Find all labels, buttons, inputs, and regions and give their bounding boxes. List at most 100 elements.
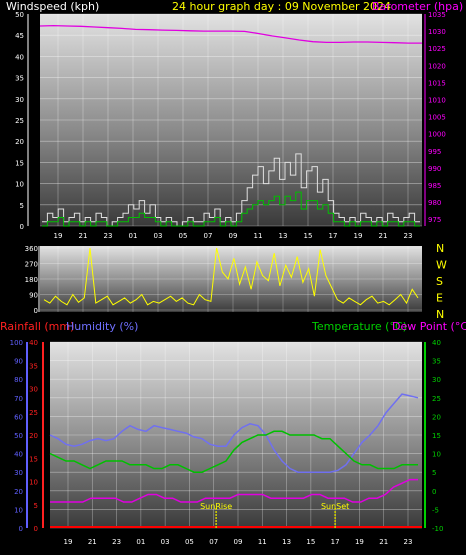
temperature-tick-label: -10 [432, 525, 443, 533]
temperature-tick-label: 35 [432, 358, 441, 366]
barometer-tick-label: 975 [428, 216, 441, 224]
temp-time-tick-label: 11 [258, 538, 267, 546]
wind-tick-label: 0 [20, 223, 24, 231]
humidity-tick-label: 100 [10, 339, 23, 347]
barometer-tick-label: 1005 [428, 114, 446, 122]
direction-tick-label: 360 [25, 245, 38, 253]
direction-tick-label: 180 [25, 276, 38, 284]
compass-label: S [436, 275, 443, 288]
temp-time-axis: 19 21 23 01 03 05 07 09 11 13 15 17 19 21 23 [64, 538, 413, 546]
humidity-tick-label: 70 [14, 395, 23, 403]
sun-marker-label: SunSet [321, 502, 349, 511]
humidity-tick-label: 30 [14, 469, 23, 477]
temp-time-tick-label: 23 [404, 538, 413, 546]
humidity-axis-title: Humidity (%) [66, 320, 138, 333]
wind-time-tick-label: 17 [329, 232, 338, 240]
wind-time-tick-label: 21 [79, 232, 88, 240]
wind-time-tick-label: 01 [129, 232, 138, 240]
humidity-tick-label: 20 [14, 488, 23, 496]
temperature-tick-label: 5 [432, 469, 436, 477]
temperature-tick-label: 15 [432, 432, 441, 440]
humidity-tick-label: 50 [14, 432, 23, 440]
temp-time-tick-label: 05 [185, 538, 194, 546]
barometer-tick-label: 1010 [428, 96, 446, 104]
rain-tick-label: 25 [29, 409, 38, 417]
wind-tick-label: 50 [15, 11, 24, 19]
temperature-tick-label: 40 [432, 339, 441, 347]
direction-tick-label: 0 [34, 307, 38, 315]
wind-tick-label: 45 [15, 32, 24, 40]
humidity-tick-label: 40 [14, 451, 23, 459]
compass-labels: NWSEN [436, 242, 447, 321]
weather-graph: Windspeed (kph) 24 hour graph day : 09 N… [0, 0, 466, 546]
temp-time-tick-label: 09 [234, 538, 243, 546]
wind-time-tick-label: 23 [104, 232, 113, 240]
rain-tick-label: 35 [29, 362, 38, 370]
humidity-tick-label: 10 [14, 506, 23, 514]
wind-time-tick-label: 23 [404, 232, 413, 240]
compass-label: N [436, 242, 444, 255]
wind-time-tick-label: 11 [254, 232, 263, 240]
direction-tick-label: 90 [29, 292, 38, 300]
wind-tick-label: 20 [15, 138, 24, 146]
wind-axis-ticks: 0 5 10 15 20 25 30 35 40 45 50 [15, 11, 29, 231]
temp-time-tick-label: 13 [282, 538, 291, 546]
temperature-axis-ticks: -10 -5 0 5 10 15 20 25 30 35 40 [424, 339, 443, 533]
humidity-tick-label: 90 [14, 358, 23, 366]
wind-time-tick-label: 07 [204, 232, 213, 240]
wind-tick-label: 30 [15, 96, 24, 104]
barometer-axis-ticks: 975 980 985 990 995 1000 1005 1010 1015 1020 1025 1… [424, 11, 446, 226]
temp-time-tick-label: 19 [355, 538, 364, 546]
rainfall-axis-title: Rainfall (mm) [0, 320, 74, 333]
sun-marker-label: SunRise [200, 502, 232, 511]
temp-time-tick-label: 19 [64, 538, 73, 546]
wind-time-tick-label: 21 [379, 232, 388, 240]
chart-title: 24 hour graph day : 09 November 2024 [172, 0, 391, 13]
wind-tick-label: 15 [15, 159, 24, 167]
temp-time-tick-label: 17 [331, 538, 340, 546]
barometer-tick-label: 985 [428, 182, 441, 190]
barometer-tick-label: 995 [428, 148, 441, 156]
compass-label: W [436, 259, 447, 272]
wind-tick-label: 40 [15, 53, 24, 61]
dewpoint-axis-title: Dew Point (°C) [392, 320, 466, 333]
humidity-tick-label: 60 [14, 413, 23, 421]
temperature-tick-label: 20 [432, 413, 441, 421]
direction-axis-ticks: 0 90 180 270 360 [25, 245, 40, 315]
temperature-tick-label: -5 [432, 506, 439, 514]
rain-tick-label: 0 [34, 525, 38, 533]
wind-time-tick-label: 19 [54, 232, 63, 240]
direction-tick-label: 270 [25, 261, 38, 269]
barometer-tick-label: 1035 [428, 11, 446, 19]
compass-label: E [436, 292, 443, 305]
barometer-tick-label: 1020 [428, 62, 446, 70]
wind-time-tick-label: 03 [154, 232, 163, 240]
temp-time-tick-label: 07 [209, 538, 218, 546]
wind-time-tick-label: 13 [279, 232, 288, 240]
wind-time-tick-label: 15 [304, 232, 313, 240]
rain-tick-label: 15 [29, 455, 38, 463]
barometer-tick-label: 990 [428, 165, 441, 173]
temp-time-tick-label: 21 [379, 538, 388, 546]
wind-time-tick-label: 05 [179, 232, 188, 240]
wind-tick-label: 35 [15, 75, 24, 83]
wind-time-tick-label: 19 [354, 232, 363, 240]
rain-tick-label: 5 [34, 502, 38, 510]
temperature-tick-label: 25 [432, 395, 441, 403]
temp-time-tick-label: 23 [112, 538, 121, 546]
temperature-tick-label: 10 [432, 451, 441, 459]
rain-tick-label: 20 [29, 432, 38, 440]
wind-tick-label: 5 [20, 202, 24, 210]
rain-axis-ticks: 0 5 10 15 20 25 30 35 40 [29, 339, 44, 533]
temp-time-tick-label: 03 [161, 538, 170, 546]
rain-tick-label: 30 [29, 386, 38, 394]
humidity-tick-label: 0 [19, 525, 23, 533]
humidity-axis-ticks: 0 10 20 30 40 50 60 70 80 90 100 [10, 339, 28, 533]
barometer-tick-label: 1030 [428, 28, 446, 36]
temp-time-tick-label: 21 [88, 538, 97, 546]
wind-tick-label: 25 [15, 117, 24, 125]
barometer-axis-title: Barometer (hpa) [372, 0, 463, 13]
barometer-tick-label: 980 [428, 199, 441, 207]
barometer-tick-label: 1015 [428, 79, 446, 87]
wind-time-tick-label: 09 [229, 232, 238, 240]
